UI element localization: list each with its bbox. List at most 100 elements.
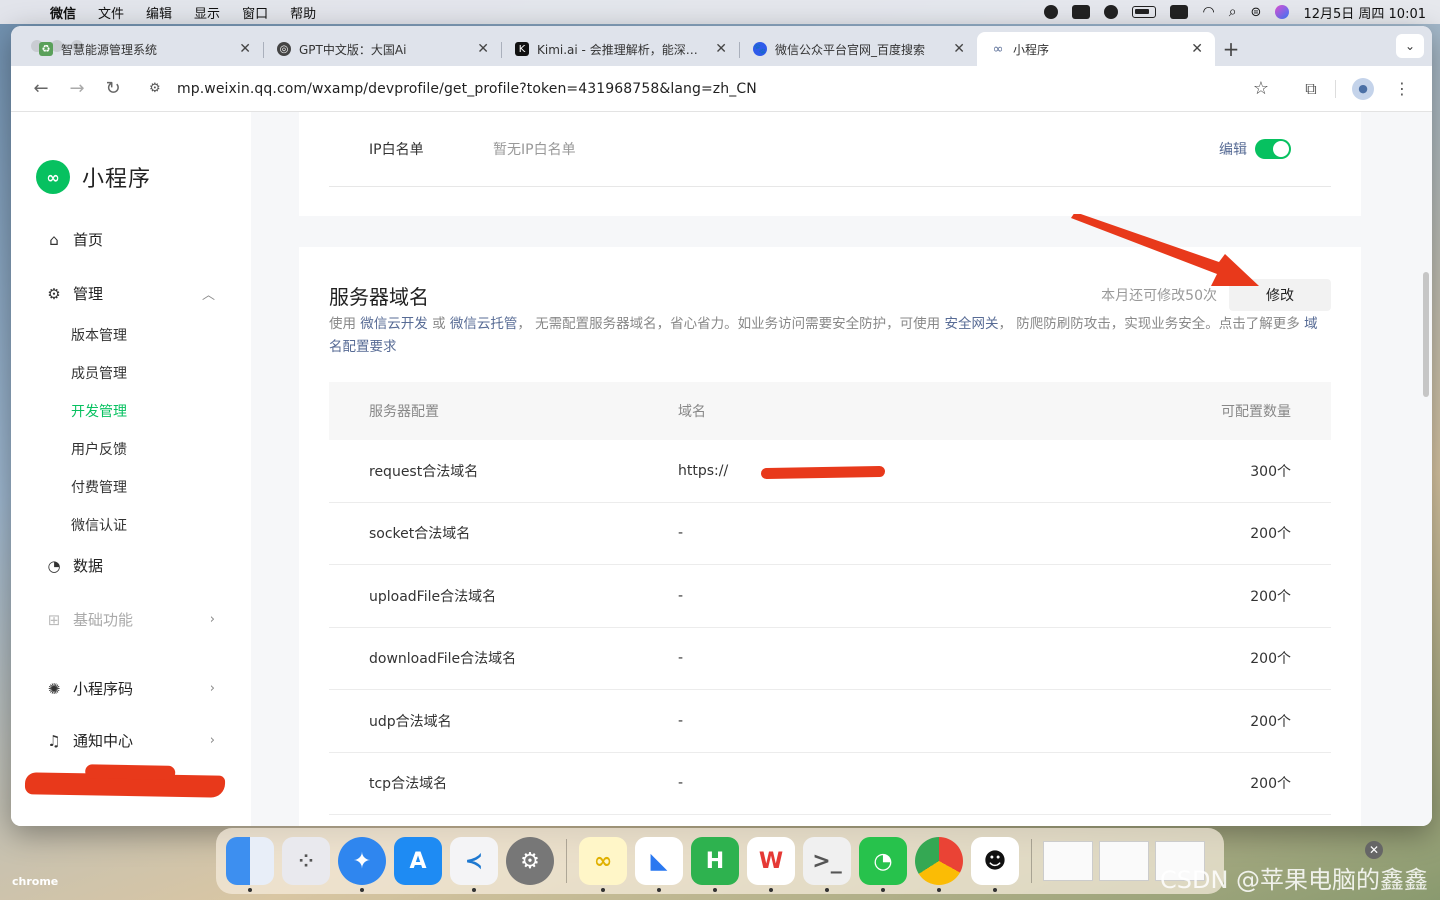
- sidebar-sub-development[interactable]: 开发管理: [71, 401, 127, 421]
- chrome-icon[interactable]: [915, 837, 963, 892]
- finder-icon[interactable]: [226, 837, 274, 892]
- notes-app-icon[interactable]: ∞: [579, 837, 627, 892]
- table-row: tcp合法域名 - 200个: [329, 753, 1331, 815]
- wechat-icon[interactable]: ◔: [859, 837, 907, 892]
- address-bar[interactable]: ⚙ mp.weixin.qq.com/wxamp/devprofile/get_…: [137, 71, 1281, 106]
- minimized-window-thumb[interactable]: [1043, 841, 1093, 881]
- sidebar-sub-feedback[interactable]: 用户反馈: [71, 439, 127, 459]
- pie-chart-icon: ◔: [47, 556, 61, 575]
- minimized-window-thumb[interactable]: [1099, 841, 1149, 881]
- tab-close-icon[interactable]: ✕: [1191, 41, 1203, 57]
- sidebar-sub-members[interactable]: 成员管理: [71, 363, 127, 383]
- sidebar-item-label: 通知中心: [73, 732, 134, 750]
- tab-baidu[interactable]: 🐾 微信公众平台官网_百度搜索 ✕: [739, 32, 977, 66]
- tab-energy-system[interactable]: ♻ 智慧能源管理系统 ✕: [25, 32, 263, 66]
- row-domain: https://: [678, 462, 729, 479]
- qq-tray-icon[interactable]: [1044, 5, 1059, 19]
- sidebar-item-manage[interactable]: ⚙ 管理 ︿: [45, 283, 215, 304]
- section-description: 使用 微信云开发 或 微信云托管， 无需配置服务器域名，省心省力。如业务访问需要…: [329, 313, 1323, 358]
- control-center-icon[interactable]: ⊜: [1251, 5, 1262, 20]
- sidebar-sub-payment[interactable]: 付费管理: [71, 477, 127, 497]
- forward-button[interactable]: →: [59, 73, 95, 105]
- menu-edit[interactable]: 编辑: [146, 3, 172, 22]
- siri-icon[interactable]: [1275, 5, 1290, 19]
- wechat-devtools-icon[interactable]: >_: [803, 837, 851, 892]
- bookmark-star-icon[interactable]: ☆: [1253, 78, 1269, 99]
- site-info-icon[interactable]: ⚙: [149, 80, 167, 98]
- sidebar-item-notifications[interactable]: ♫ 通知中心 ›: [45, 730, 215, 751]
- row-config: tcp合法域名: [369, 776, 448, 793]
- row-count: 200个: [1250, 776, 1291, 793]
- dock: ⁘ ✦ A ≺ ⚙ ∞ ◣ H W >_ ◔ ☻: [216, 828, 1224, 894]
- safari-icon[interactable]: ✦: [338, 837, 386, 892]
- hbuilder-icon[interactable]: H: [691, 837, 739, 892]
- row-config: downloadFile合法域名: [369, 651, 517, 668]
- tab-close-icon[interactable]: ✕: [953, 41, 965, 57]
- menu-view[interactable]: 显示: [194, 3, 220, 22]
- table-row: downloadFile合法域名 - 200个: [329, 628, 1331, 690]
- battery-icon[interactable]: [1132, 6, 1157, 18]
- qq-icon[interactable]: ☻: [971, 837, 1019, 892]
- tab-miniprogram[interactable]: ∞ 小程序 ✕: [977, 32, 1215, 66]
- extensions-icon[interactable]: ⧉: [1293, 73, 1329, 105]
- sidebar-sub-version[interactable]: 版本管理: [71, 325, 127, 345]
- reload-button[interactable]: ↻: [95, 73, 131, 105]
- sidebar-item-home[interactable]: ⌂ 首页: [45, 229, 215, 250]
- app-store-icon[interactable]: A: [394, 837, 442, 885]
- sidebar-item-qrcode[interactable]: ✺ 小程序码 ›: [45, 678, 215, 699]
- gpt-favicon-icon: ◎: [277, 42, 291, 56]
- watermark: CSDN @苹果电脑的鑫鑫: [1160, 866, 1429, 894]
- ip-whitelist-toggle[interactable]: [1255, 139, 1291, 159]
- modify-button[interactable]: 修改: [1229, 279, 1331, 311]
- sidebar-item-data[interactable]: ◔ 数据: [45, 555, 215, 576]
- tab-gpt[interactable]: ◎ GPT中文版：大国Ai ✕: [263, 32, 501, 66]
- ip-whitelist-edit-link[interactable]: 编辑: [1219, 139, 1247, 159]
- wps-tray-icon[interactable]: [1072, 5, 1091, 19]
- sidebar-item-label: 基础功能: [73, 611, 134, 629]
- browser-menu-icon[interactable]: ⋮: [1384, 73, 1420, 105]
- lark-icon[interactable]: ◣: [635, 837, 683, 892]
- desc-text: ， 防爬防刷防攻击，实现业务安全。点击了解更多: [998, 316, 1305, 332]
- address-url[interactable]: mp.weixin.qq.com/wxamp/devprofile/get_pr…: [177, 81, 1253, 97]
- brand-name: 小程序: [82, 167, 152, 192]
- vscode-icon[interactable]: ≺: [450, 837, 498, 892]
- menu-window[interactable]: 窗口: [242, 3, 268, 22]
- launchpad-icon[interactable]: ⁘: [282, 837, 330, 885]
- security-gateway-link[interactable]: 安全网关: [944, 316, 998, 332]
- apple-icon[interactable]: [14, 4, 28, 20]
- tab-close-icon[interactable]: ✕: [477, 41, 489, 57]
- grid-icon: ⊞: [47, 610, 61, 629]
- notification-close-icon[interactable]: ✕: [1365, 841, 1383, 859]
- row-domain: -: [678, 775, 684, 792]
- menubar-clock[interactable]: 12月5日 周四 10:01: [1303, 3, 1426, 22]
- back-button[interactable]: ←: [23, 73, 59, 105]
- page-scrollbar[interactable]: [1423, 272, 1429, 397]
- sidebar-sub-verification[interactable]: 微信认证: [71, 515, 127, 535]
- wechat-tray-icon[interactable]: [1104, 5, 1119, 19]
- cloud-hosting-link[interactable]: 微信云托管: [450, 316, 518, 332]
- tab-close-icon[interactable]: ✕: [239, 41, 251, 57]
- sidebar-item-basic-features[interactable]: ⊞ 基础功能 ›: [45, 609, 215, 630]
- server-domain-card: 服务器域名 本月还可修改50次 修改 使用 微信云开发 或 微信云托管， 无需配…: [299, 247, 1361, 826]
- menu-file[interactable]: 文件: [98, 3, 124, 22]
- column-header-domain: 域名: [678, 404, 706, 420]
- wifi-icon[interactable]: ◠: [1202, 4, 1214, 20]
- tab-search-chevron-icon[interactable]: ⌄: [1396, 34, 1424, 58]
- row-count: 200个: [1250, 526, 1291, 543]
- input-method-icon[interactable]: [1170, 5, 1189, 19]
- row-config: udp合法域名: [369, 713, 452, 730]
- page-content: ∞ 小程序 ⌂ 首页 ⚙ 管理 ︿ 版本管理 成员管理 开发管理 用户反馈 付费…: [11, 112, 1432, 826]
- menu-help[interactable]: 帮助: [290, 3, 316, 22]
- tab-kimi[interactable]: K Kimi.ai - 会推理解析，能深度思 ✕: [501, 32, 739, 66]
- new-tab-button[interactable]: +: [1215, 32, 1247, 66]
- system-settings-icon[interactable]: ⚙: [506, 837, 554, 885]
- profile-avatar-icon[interactable]: ●: [1352, 77, 1374, 100]
- tab-close-icon[interactable]: ✕: [715, 41, 727, 57]
- menu-app-name[interactable]: 微信: [50, 3, 76, 22]
- cloud-dev-link[interactable]: 微信云开发: [360, 316, 428, 332]
- search-icon[interactable]: ⌕: [1229, 4, 1237, 20]
- brand[interactable]: ∞ 小程序: [36, 160, 151, 194]
- row-config: socket合法域名: [369, 526, 471, 543]
- wps-icon[interactable]: W: [747, 837, 795, 892]
- ip-whitelist-row: IP白名单 暂无IP白名单 编辑: [329, 112, 1331, 187]
